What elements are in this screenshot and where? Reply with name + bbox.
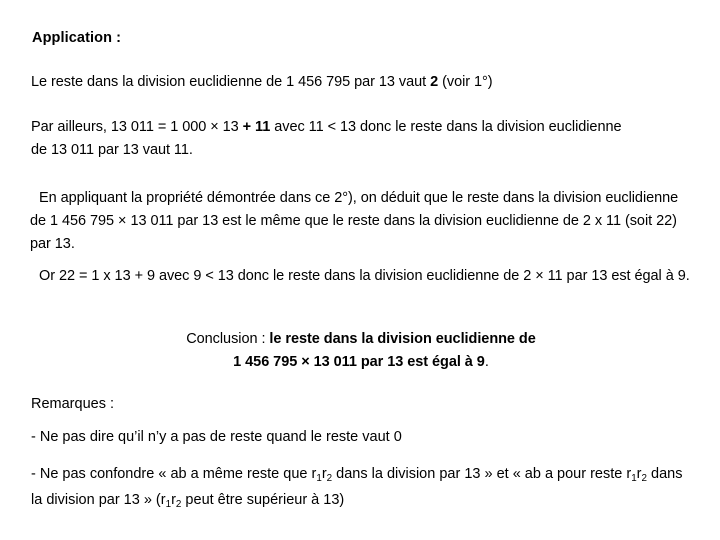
slide-canvas: Application : Le reste dans la division … (0, 0, 720, 540)
remark-item-1: - Ne pas dire qu’il n’y a pas de reste q… (31, 429, 402, 445)
remarks-heading: Remarques : (31, 396, 115, 412)
conclusion-label: Conclusion : (186, 331, 270, 347)
p1-text-bold: 2 (430, 74, 439, 90)
conclusion-period: . (484, 354, 489, 370)
paragraph-par-ailleurs: Par ailleurs, 13 011 = 1 000 × 13 + 11 a… (31, 116, 631, 162)
conclusion-bold-line1: le reste dans la division euclidienne de (269, 331, 536, 347)
paragraph-application-remainder: Le reste dans la division euclidienne de… (31, 71, 691, 94)
conclusion-block: Conclusion : le reste dans la division e… (31, 328, 691, 374)
remark2-seg7: peut être supérieur à 13) (181, 492, 345, 508)
p1-text-before: Le reste dans la division euclidienne de… (31, 74, 431, 90)
remark2-sub-group-2: 1r2 (631, 466, 647, 483)
remark-item-2: - Ne pas confondre « ab a même reste que… (31, 461, 693, 513)
remark2-sub-group-1: 1r2 (316, 466, 332, 483)
remark2-sub-group-3: 1r2 (166, 492, 182, 509)
paragraph-or-22: Or 22 = 1 x 13 + 9 avec 9 < 13 donc le r… (39, 268, 690, 284)
page-title: Application : (32, 30, 122, 46)
p1-text-after: (voir 1°) (438, 74, 493, 90)
p2-text-before: Par ailleurs, 13 011 = 1 000 × 13 (31, 119, 243, 135)
remark2-seg3: dans la division par 13 » et « ab a pour… (332, 466, 632, 482)
paragraph-en-appliquant: En appliquant la propriété démontrée dan… (30, 190, 679, 252)
remark2-seg1: - Ne pas confondre « ab a même reste que… (31, 466, 317, 482)
conclusion-bold-line2: 1 456 795 × 13 011 par 13 est égal à 9 (233, 354, 485, 370)
p2-text-bold: + 11 (242, 119, 271, 135)
